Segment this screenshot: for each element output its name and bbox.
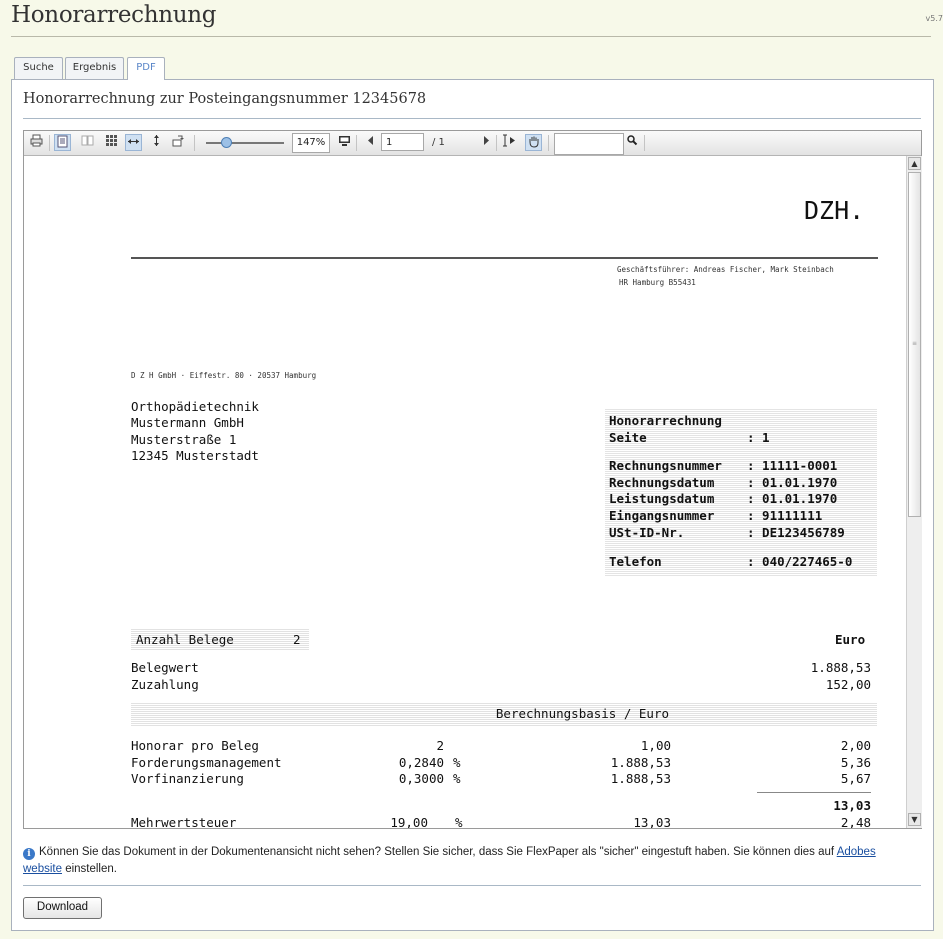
- zuzahlung-value: 152,00: [825, 677, 871, 692]
- line-amount: 5,67: [840, 771, 871, 786]
- vertical-scrollbar[interactable]: ▲ ≡ ▼: [906, 156, 922, 828]
- hand-tool-icon[interactable]: [525, 134, 542, 151]
- tab-suche[interactable]: Suche: [14, 57, 63, 79]
- single-page-icon[interactable]: [54, 134, 71, 151]
- next-page-icon[interactable]: [477, 134, 494, 151]
- fit-width-icon[interactable]: [125, 134, 142, 151]
- mwst-unit: %: [455, 815, 463, 828]
- line-basis: 1.888,53: [610, 755, 671, 770]
- bottom-divider: [23, 885, 921, 886]
- line-unit: %: [453, 771, 461, 786]
- version-label: v5.7: [925, 14, 943, 23]
- subtotal-value: 13,03: [833, 798, 871, 813]
- berechnungsbasis-header: Berechnungsbasis / Euro: [495, 706, 669, 721]
- info-value: : 11111-0001: [747, 458, 838, 473]
- line-amount: 5,36: [840, 755, 871, 770]
- scrollbar-thumb[interactable]: ≡: [908, 172, 921, 517]
- zoom-slider-handle[interactable]: [221, 137, 232, 148]
- currency-header: Euro: [835, 632, 866, 647]
- page-number-input[interactable]: 1: [381, 133, 424, 151]
- line-label: Forderungsmanagement: [131, 755, 282, 770]
- notice-text: Können Sie das Dokument in der Dokumente…: [39, 846, 837, 858]
- info-value: : 040/227465-0: [747, 554, 853, 569]
- rotate-icon[interactable]: [170, 134, 187, 151]
- scroll-up-icon[interactable]: ▲: [908, 157, 921, 170]
- info-label: Telefon: [609, 554, 662, 569]
- tab-pdf[interactable]: PDF: [127, 57, 165, 80]
- page-total: / 1: [432, 137, 445, 148]
- info-label: Eingangsnummer: [609, 508, 715, 523]
- notice-text-end: einstellen.: [62, 863, 117, 875]
- address-line: Mustermann GmbH: [131, 415, 244, 430]
- info-value: : 01.01.1970: [747, 475, 838, 490]
- mwst-amount: 2,48: [840, 815, 871, 828]
- zuzahlung-label: Zuzahlung: [131, 677, 199, 692]
- info-value: : 1: [747, 430, 770, 445]
- fit-height-icon[interactable]: [148, 134, 165, 151]
- line-label: Vorfinanzierung: [131, 771, 244, 786]
- info-title: Honorarrechnung: [609, 413, 722, 428]
- subtotal-rule: [757, 792, 871, 793]
- address-line: 12345 Musterstadt: [131, 448, 259, 463]
- viewer-notice: i Können Sie das Dokument in der Dokument…: [23, 844, 913, 878]
- info-label: Rechnungsnummer: [609, 458, 722, 473]
- line-basis: 1.888,53: [610, 771, 671, 786]
- header-divider: [131, 257, 878, 259]
- line-unit: %: [453, 755, 461, 770]
- line-qty: 0,2840: [398, 755, 444, 770]
- info-value: : DE123456789: [747, 525, 845, 540]
- header-info-line: HR Hamburg B55431: [619, 278, 696, 287]
- info-label: Rechnungsdatum: [609, 475, 715, 490]
- document-page: DZH. Geschäftsführer: Andreas Fischer, M…: [24, 156, 906, 828]
- mwst-label: Mehrwertsteuer: [131, 815, 237, 828]
- panel-heading: Honorarrechnung zur Posteingangsnummer 1…: [23, 91, 427, 107]
- pdf-viewer: 147% 1 / 1 DZH. Geschäftsführer: Andreas…: [23, 130, 922, 829]
- line-qty: 2: [436, 738, 444, 753]
- title-divider: [11, 36, 931, 37]
- prev-page-icon[interactable]: [362, 134, 379, 151]
- belegwert-value: 1.888,53: [810, 660, 871, 675]
- info-label: USt-ID-Nr.: [609, 525, 685, 540]
- text-select-icon[interactable]: [500, 134, 517, 151]
- tab-ergebnis[interactable]: Ergebnis: [65, 57, 124, 79]
- search-input[interactable]: [554, 133, 624, 155]
- print-icon[interactable]: [28, 134, 45, 151]
- zoom-input[interactable]: 147%: [292, 133, 330, 153]
- company-logo: DZH.: [804, 196, 865, 225]
- panel-divider: [23, 118, 921, 119]
- mwst-qty: 19,00: [390, 815, 428, 828]
- info-value: : 91111111: [747, 508, 823, 523]
- thumbnail-grid-icon[interactable]: [103, 134, 120, 151]
- two-page-icon[interactable]: [79, 134, 96, 151]
- sender-line: D Z H GmbH · Eiffestr. 80 · 20537 Hambur…: [131, 371, 317, 380]
- fullscreen-icon[interactable]: [336, 134, 353, 151]
- line-basis: 1,00: [640, 738, 671, 753]
- belegwert-label: Belegwert: [131, 660, 199, 675]
- info-label: Seite: [609, 430, 647, 445]
- line-label: Honorar pro Beleg: [131, 738, 259, 753]
- mwst-basis: 13,03: [633, 815, 671, 828]
- header-info-line: Geschäftsführer: Andreas Fischer, Mark S…: [617, 265, 834, 274]
- download-button[interactable]: Download: [23, 897, 102, 919]
- anzahl-belege-value: 2: [293, 632, 301, 647]
- app-title: Honorarrechnung: [11, 2, 217, 28]
- anzahl-belege-label: Anzahl Belege: [136, 632, 234, 647]
- address-line: Orthopädietechnik: [131, 399, 259, 414]
- line-qty: 0,3000: [398, 771, 444, 786]
- scroll-down-icon[interactable]: ▼: [908, 813, 921, 826]
- line-amount: 2,00: [840, 738, 871, 753]
- invoice-info-box: Honorarrechnung Seite : 1 Rechnungsnumme…: [605, 408, 877, 576]
- viewer-toolbar: 147% 1 / 1: [24, 131, 921, 156]
- search-icon[interactable]: [623, 134, 640, 151]
- pdf-panel: Honorarrechnung zur Posteingangsnummer 1…: [11, 79, 934, 931]
- info-label: Leistungsdatum: [609, 491, 715, 506]
- info-value: : 01.01.1970: [747, 491, 838, 506]
- address-line: Musterstraße 1: [131, 432, 237, 447]
- zoom-slider-track[interactable]: [206, 142, 284, 144]
- info-icon: i: [23, 848, 35, 860]
